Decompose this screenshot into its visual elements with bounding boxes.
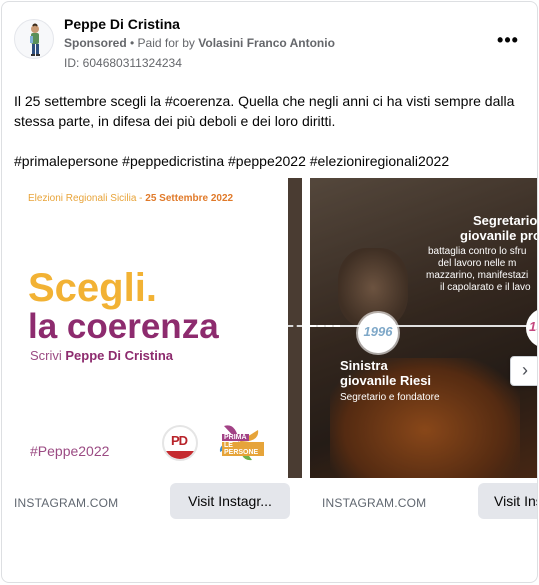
role-title-line1: Segretario s xyxy=(472,213,538,228)
campaign-hashtag: #Peppe2022 xyxy=(30,443,110,459)
milestone-title-line2: giovanile Riesi xyxy=(340,373,432,388)
card-1-domain[interactable]: INSTAGRAM.COM xyxy=(14,496,118,510)
ad-post-card: Peppe Di Cristina Sponsored • Paid for b… xyxy=(1,1,538,583)
milestone-title-line1: Sinistra xyxy=(340,358,388,373)
year-1996: 1996 xyxy=(363,324,393,339)
sponsored-label: Sponsored xyxy=(64,36,127,50)
more-options-button[interactable]: ••• xyxy=(494,30,522,52)
headline-line-2: la coerenza xyxy=(28,307,219,346)
headline-line-1: Scegli. xyxy=(28,266,157,310)
ad-carousel: Elezioni Regionali Sicilia - 25 Settembr… xyxy=(2,178,538,528)
post-text: Il 25 settembre scegli la #coerenza. Que… xyxy=(14,93,515,129)
year-partial: 19 xyxy=(529,319,537,334)
role-title: Segretario s giovanile prov xyxy=(460,213,538,243)
card-1-visit-button[interactable]: Visit Instagr... xyxy=(170,483,290,519)
carousel-card-1-image[interactable]: Elezioni Regionali Sicilia - 25 Settembr… xyxy=(2,178,302,478)
post-hashtags[interactable]: #primalepersone #peppedicristina #peppe2… xyxy=(14,151,524,171)
pp-logo-line2: LE PERSONE xyxy=(222,442,264,456)
role-desc-line2: del lavoro nelle m xyxy=(438,258,517,269)
pd-logo-band xyxy=(164,451,196,459)
timeline-dash xyxy=(310,325,340,327)
prima-le-persone-logo: PRIMA LE PERSONE xyxy=(214,422,264,462)
page-avatar[interactable] xyxy=(14,19,54,59)
slide-edge-strip xyxy=(288,178,302,478)
timeline-dash-edge xyxy=(288,325,302,327)
write-in-subtitle: Scrivi Peppe Di Cristina xyxy=(30,348,173,363)
pd-party-logo: PD xyxy=(162,425,198,461)
page-name[interactable]: Peppe Di Cristina xyxy=(64,16,180,32)
role-desc-line3: mazzarino, manifestazi xyxy=(426,270,529,281)
more-horizontal-icon: ••• xyxy=(497,30,519,50)
chevron-right-icon: › xyxy=(522,360,528,380)
milestone-subtitle: Segretario e fondatore xyxy=(340,392,440,403)
milestone-title: Sinistra giovanile Riesi xyxy=(340,358,431,388)
candidate-name: Peppe Di Cristina xyxy=(65,348,174,363)
election-header: Elezioni Regionali Sicilia - 25 Settembr… xyxy=(28,193,233,204)
role-desc-line1: battaglia contro lo sfru xyxy=(428,246,527,257)
pp-logo-line1: PRIMA xyxy=(222,434,249,441)
ad-id: ID: 604680311324234 xyxy=(64,56,182,70)
paid-for-prefix: • Paid for by xyxy=(126,36,199,50)
person-illustration-icon xyxy=(30,23,40,56)
election-date: 25 Settembre 2022 xyxy=(145,193,234,204)
carousel-next-button[interactable]: › xyxy=(510,356,537,386)
timeline-line xyxy=(310,325,537,327)
role-title-line2: giovanile prov xyxy=(460,228,537,243)
payer-name: Volasini Franco Antonio xyxy=(198,36,335,50)
card-2-visit-button[interactable]: Visit Ins xyxy=(478,483,537,519)
carousel-card-2-image[interactable]: Segretario s giovanile prov battaglia co… xyxy=(310,178,538,478)
election-header-text: Elezioni Regionali Sicilia - xyxy=(28,193,146,204)
sponsored-line: Sponsored • Paid for by Volasini Franco … xyxy=(64,36,335,50)
role-desc-line4: il capolarato e il lavo xyxy=(440,282,531,293)
role-description: battaglia contro lo sfru del lavoro nell… xyxy=(426,246,531,294)
pd-logo-text: PD xyxy=(171,433,188,448)
card-2-domain[interactable]: INSTAGRAM.COM xyxy=(322,496,426,510)
subtitle-prefix: Scrivi xyxy=(30,348,66,363)
